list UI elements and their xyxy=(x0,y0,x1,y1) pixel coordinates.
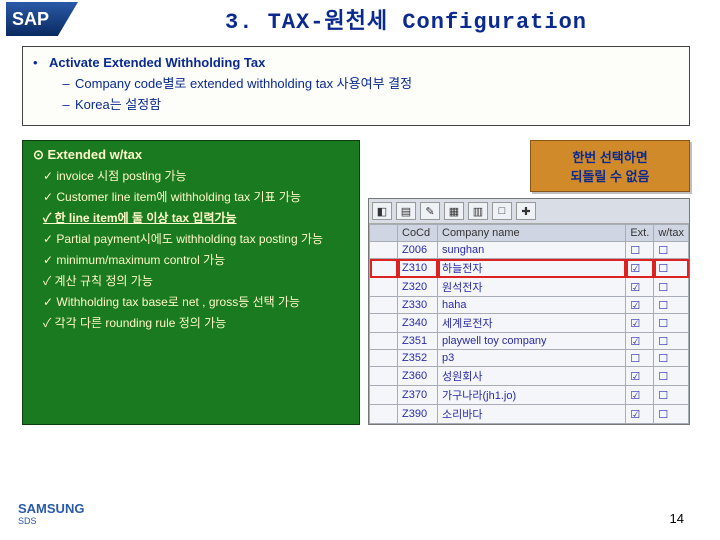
section-item: Korea는 설정함 xyxy=(75,97,161,112)
activate-box: •Activate Extended Withholding Tax –Comp… xyxy=(22,46,690,126)
feature-heading: ⊙ Extended w/tax xyxy=(33,147,349,163)
cell-cocd: Z351 xyxy=(398,333,438,350)
cell-cocd: Z352 xyxy=(398,350,438,367)
cell-ext-checkbox[interactable] xyxy=(626,297,654,314)
toolbar-button[interactable]: ✚ xyxy=(516,202,536,220)
col-ext: Ext. xyxy=(626,225,654,242)
table-row[interactable]: Z360성원회사 xyxy=(370,367,689,386)
row-selector[interactable] xyxy=(370,297,398,314)
row-selector[interactable] xyxy=(370,333,398,350)
page-number: 14 xyxy=(670,511,684,526)
cell-cocd: Z320 xyxy=(398,278,438,297)
grid-toolbar: ◧ ▤ ✎ ▦ ▥ □ ✚ xyxy=(369,199,689,224)
table-row[interactable]: Z370가구나라(jh1.jo) xyxy=(370,386,689,405)
table-row[interactable]: Z006sunghan xyxy=(370,242,689,259)
cell-wtax-checkbox[interactable] xyxy=(654,314,689,333)
cell-wtax-checkbox[interactable] xyxy=(654,386,689,405)
cell-name: 가구나라(jh1.jo) xyxy=(438,386,626,405)
table-row[interactable]: Z390소리바다 xyxy=(370,405,689,424)
brand-name: SAMSUNG xyxy=(18,501,84,516)
cell-wtax-checkbox[interactable] xyxy=(654,367,689,386)
toolbar-button[interactable]: ◧ xyxy=(372,202,392,220)
table-row[interactable]: Z340세계로전자 xyxy=(370,314,689,333)
row-selector[interactable] xyxy=(370,350,398,367)
cell-name: haha xyxy=(438,297,626,314)
cell-wtax-checkbox[interactable] xyxy=(654,278,689,297)
cell-ext-checkbox[interactable] xyxy=(626,333,654,350)
cell-name: 세계로전자 xyxy=(438,314,626,333)
cell-ext-checkbox[interactable] xyxy=(626,405,654,424)
row-selector[interactable] xyxy=(370,278,398,297)
cell-wtax-checkbox[interactable] xyxy=(654,333,689,350)
table-row[interactable]: Z330haha xyxy=(370,297,689,314)
callout-line: 한번 선택하면 xyxy=(541,147,679,166)
cell-cocd: Z310 xyxy=(398,259,438,278)
cell-ext-checkbox[interactable] xyxy=(626,242,654,259)
toolbar-button[interactable]: □ xyxy=(492,202,512,220)
cell-name: 원석전자 xyxy=(438,278,626,297)
cell-cocd: Z370 xyxy=(398,386,438,405)
cell-wtax-checkbox[interactable] xyxy=(654,259,689,278)
cell-wtax-checkbox[interactable] xyxy=(654,297,689,314)
toolbar-button[interactable]: ▤ xyxy=(396,202,416,220)
cell-name: sunghan xyxy=(438,242,626,259)
warning-callout: 한번 선택하면 되돌릴 수 없음 xyxy=(530,140,690,192)
table-row[interactable]: Z310하늘전자 xyxy=(370,259,689,278)
feature-item: invoice 시점 posting 가능 xyxy=(43,167,349,184)
col-name: Company name xyxy=(438,225,626,242)
feature-item: 계산 규칙 정의 가능 xyxy=(43,272,349,289)
feature-panel: ⊙ Extended w/tax invoice 시점 posting 가능 C… xyxy=(22,140,360,425)
callout-line: 되돌릴 수 없음 xyxy=(541,166,679,185)
table-row[interactable]: Z320원석전자 xyxy=(370,278,689,297)
cell-ext-checkbox[interactable] xyxy=(626,278,654,297)
feature-item: Partial payment시에도 withholding tax posti… xyxy=(43,230,349,247)
cell-cocd: Z360 xyxy=(398,367,438,386)
cell-name: 소리바다 xyxy=(438,405,626,424)
cell-name: 하늘전자 xyxy=(438,259,626,278)
cell-cocd: Z330 xyxy=(398,297,438,314)
feature-item: Withholding tax base로 net , gross등 선택 가능 xyxy=(43,293,349,310)
row-selector[interactable] xyxy=(370,367,398,386)
row-selector[interactable] xyxy=(370,259,398,278)
toolbar-button[interactable]: ✎ xyxy=(420,202,440,220)
cell-cocd: Z006 xyxy=(398,242,438,259)
cell-cocd: Z390 xyxy=(398,405,438,424)
cell-ext-checkbox[interactable] xyxy=(626,386,654,405)
cell-wtax-checkbox[interactable] xyxy=(654,405,689,424)
cell-cocd: Z340 xyxy=(398,314,438,333)
brand-sub: SDS xyxy=(18,516,84,526)
row-selector[interactable] xyxy=(370,242,398,259)
col-cocd: CoCd xyxy=(398,225,438,242)
section-title: Activate Extended Withholding Tax xyxy=(49,55,265,70)
table-row[interactable]: Z351playwell toy company xyxy=(370,333,689,350)
feature-item: Customer line item에 withholding tax 기표 가… xyxy=(43,188,349,205)
feature-item: 각각 다른 rounding rule 정의 가능 xyxy=(43,314,349,331)
table-row[interactable]: Z352p3 xyxy=(370,350,689,367)
cell-ext-checkbox[interactable] xyxy=(626,367,654,386)
cell-name: 성원회사 xyxy=(438,367,626,386)
sap-logo: SAP xyxy=(6,2,78,36)
cell-ext-checkbox[interactable] xyxy=(626,350,654,367)
footer-logo: SAMSUNG SDS xyxy=(18,501,84,526)
feature-item: minimum/maximum control 가능 xyxy=(43,251,349,268)
col-wtax: w/tax xyxy=(654,225,689,242)
row-selector[interactable] xyxy=(370,386,398,405)
cell-ext-checkbox[interactable] xyxy=(626,259,654,278)
page-title: 3. TAX-원천세 Configuration xyxy=(92,3,720,35)
row-selector[interactable] xyxy=(370,314,398,333)
feature-item: 한 line item에 둘 이상 tax 입력가능 xyxy=(43,209,349,226)
cell-ext-checkbox[interactable] xyxy=(626,314,654,333)
company-grid: ◧ ▤ ✎ ▦ ▥ □ ✚ CoCd Company name Ext. w/t… xyxy=(368,198,690,425)
row-selector[interactable] xyxy=(370,405,398,424)
cell-name: playwell toy company xyxy=(438,333,626,350)
cell-wtax-checkbox[interactable] xyxy=(654,350,689,367)
cell-name: p3 xyxy=(438,350,626,367)
toolbar-button[interactable]: ▦ xyxy=(444,202,464,220)
cell-wtax-checkbox[interactable] xyxy=(654,242,689,259)
col-select xyxy=(370,225,398,242)
section-item: Company code별로 extended withholding tax … xyxy=(75,76,412,91)
toolbar-button[interactable]: ▥ xyxy=(468,202,488,220)
